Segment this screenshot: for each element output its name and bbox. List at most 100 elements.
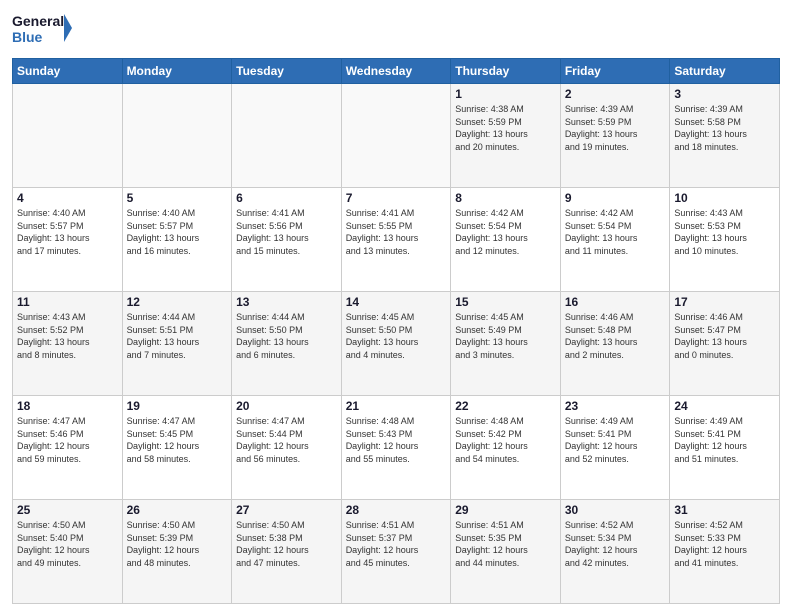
day-number: 25 [17, 503, 118, 517]
day-info: Sunrise: 4:40 AM Sunset: 5:57 PM Dayligh… [127, 207, 228, 257]
day-info: Sunrise: 4:43 AM Sunset: 5:53 PM Dayligh… [674, 207, 775, 257]
calendar-day-cell: 8 Sunrise: 4:42 AM Sunset: 5:54 PM Daylig… [451, 188, 561, 292]
day-info: Sunrise: 4:49 AM Sunset: 5:41 PM Dayligh… [674, 415, 775, 465]
day-number: 7 [346, 191, 447, 205]
day-info: Sunrise: 4:51 AM Sunset: 5:37 PM Dayligh… [346, 519, 447, 569]
calendar-day-cell: 27Sunrise: 4:50 AM Sunset: 5:38 PM Dayli… [232, 500, 342, 604]
calendar-day-cell: 24 Sunrise: 4:49 AM Sunset: 5:41 PM Dayli… [670, 396, 780, 500]
day-info: Sunrise: 4:48 AM Sunset: 5:42 PM Dayligh… [455, 415, 556, 465]
day-number: 9 [565, 191, 666, 205]
day-number: 15 [455, 295, 556, 309]
day-number: 11 [17, 295, 118, 309]
calendar-day-cell: 16Sunrise: 4:46 AM Sunset: 5:48 PM Dayli… [560, 292, 670, 396]
day-number: 16 [565, 295, 666, 309]
day-info: Sunrise: 4:38 AM Sunset: 5:59 PM Dayligh… [455, 103, 556, 153]
calendar-day-cell: 9Sunrise: 4:42 AM Sunset: 5:54 PM Daylig… [560, 188, 670, 292]
day-number: 14 [346, 295, 447, 309]
day-info: Sunrise: 4:47 AM Sunset: 5:45 PM Dayligh… [127, 415, 228, 465]
calendar-day-cell: 23Sunrise: 4:49 AM Sunset: 5:41 PM Dayli… [560, 396, 670, 500]
calendar-day-cell: 14 Sunrise: 4:45 AM Sunset: 5:50 PM Dayli… [341, 292, 451, 396]
day-info: Sunrise: 4:50 AM Sunset: 5:38 PM Dayligh… [236, 519, 337, 569]
day-info: Sunrise: 4:51 AM Sunset: 5:35 PM Dayligh… [455, 519, 556, 569]
day-number: 31 [674, 503, 775, 517]
header: General Blue [12, 10, 780, 52]
day-number: 13 [236, 295, 337, 309]
day-info: Sunrise: 4:42 AM Sunset: 5:54 PM Dayligh… [455, 207, 556, 257]
calendar-day-cell: 26 Sunrise: 4:50 AM Sunset: 5:39 PM Dayli… [122, 500, 232, 604]
day-number: 20 [236, 399, 337, 413]
day-number: 19 [127, 399, 228, 413]
weekday-header: Sunday [13, 59, 123, 84]
day-info: Sunrise: 4:39 AM Sunset: 5:59 PM Dayligh… [565, 103, 666, 153]
day-info: Sunrise: 4:41 AM Sunset: 5:56 PM Dayligh… [236, 207, 337, 257]
calendar-week-row: 4 Sunrise: 4:40 AM Sunset: 5:57 PM Daylig… [13, 188, 780, 292]
calendar-day-cell: 11 Sunrise: 4:43 AM Sunset: 5:52 PM Dayli… [13, 292, 123, 396]
calendar-day-cell: 4 Sunrise: 4:40 AM Sunset: 5:57 PM Daylig… [13, 188, 123, 292]
day-info: Sunrise: 4:46 AM Sunset: 5:47 PM Dayligh… [674, 311, 775, 361]
day-info: Sunrise: 4:47 AM Sunset: 5:44 PM Dayligh… [236, 415, 337, 465]
calendar-day-cell: 10 Sunrise: 4:43 AM Sunset: 5:53 PM Dayli… [670, 188, 780, 292]
weekday-header: Friday [560, 59, 670, 84]
day-info: Sunrise: 4:45 AM Sunset: 5:50 PM Dayligh… [346, 311, 447, 361]
calendar-day-cell: 12 Sunrise: 4:44 AM Sunset: 5:51 PM Dayli… [122, 292, 232, 396]
day-info: Sunrise: 4:52 AM Sunset: 5:34 PM Dayligh… [565, 519, 666, 569]
calendar-day-cell: 1 Sunrise: 4:38 AM Sunset: 5:59 PM Daylig… [451, 84, 561, 188]
calendar-day-cell: 2 Sunrise: 4:39 AM Sunset: 5:59 PM Daylig… [560, 84, 670, 188]
day-number: 30 [565, 503, 666, 517]
day-number: 6 [236, 191, 337, 205]
day-number: 18 [17, 399, 118, 413]
logo-svg: General Blue [12, 10, 72, 52]
calendar-day-cell [13, 84, 123, 188]
weekday-header: Tuesday [232, 59, 342, 84]
calendar-day-cell: 6 Sunrise: 4:41 AM Sunset: 5:56 PM Daylig… [232, 188, 342, 292]
day-number: 21 [346, 399, 447, 413]
calendar-day-cell: 29 Sunrise: 4:51 AM Sunset: 5:35 PM Dayli… [451, 500, 561, 604]
weekday-header-row: SundayMondayTuesdayWednesdayThursdayFrid… [13, 59, 780, 84]
day-number: 28 [346, 503, 447, 517]
calendar-day-cell: 13 Sunrise: 4:44 AM Sunset: 5:50 PM Dayli… [232, 292, 342, 396]
day-number: 26 [127, 503, 228, 517]
day-info: Sunrise: 4:50 AM Sunset: 5:39 PM Dayligh… [127, 519, 228, 569]
day-info: Sunrise: 4:44 AM Sunset: 5:50 PM Dayligh… [236, 311, 337, 361]
weekday-header: Thursday [451, 59, 561, 84]
day-info: Sunrise: 4:48 AM Sunset: 5:43 PM Dayligh… [346, 415, 447, 465]
day-info: Sunrise: 4:41 AM Sunset: 5:55 PM Dayligh… [346, 207, 447, 257]
day-number: 2 [565, 87, 666, 101]
day-info: Sunrise: 4:44 AM Sunset: 5:51 PM Dayligh… [127, 311, 228, 361]
day-number: 8 [455, 191, 556, 205]
day-number: 29 [455, 503, 556, 517]
weekday-header: Wednesday [341, 59, 451, 84]
calendar-day-cell: 5 Sunrise: 4:40 AM Sunset: 5:57 PM Daylig… [122, 188, 232, 292]
day-number: 4 [17, 191, 118, 205]
day-number: 1 [455, 87, 556, 101]
calendar-day-cell: 21 Sunrise: 4:48 AM Sunset: 5:43 PM Dayli… [341, 396, 451, 500]
calendar-day-cell: 25Sunrise: 4:50 AM Sunset: 5:40 PM Dayli… [13, 500, 123, 604]
calendar-day-cell: 17Sunrise: 4:46 AM Sunset: 5:47 PM Dayli… [670, 292, 780, 396]
calendar-day-cell: 3 Sunrise: 4:39 AM Sunset: 5:58 PM Daylig… [670, 84, 780, 188]
day-info: Sunrise: 4:40 AM Sunset: 5:57 PM Dayligh… [17, 207, 118, 257]
calendar-day-cell: 28 Sunrise: 4:51 AM Sunset: 5:37 PM Dayli… [341, 500, 451, 604]
calendar-day-cell: 7 Sunrise: 4:41 AM Sunset: 5:55 PM Daylig… [341, 188, 451, 292]
calendar-day-cell [341, 84, 451, 188]
day-info: Sunrise: 4:49 AM Sunset: 5:41 PM Dayligh… [565, 415, 666, 465]
logo: General Blue [12, 10, 72, 52]
day-number: 10 [674, 191, 775, 205]
calendar-day-cell: 19 Sunrise: 4:47 AM Sunset: 5:45 PM Dayli… [122, 396, 232, 500]
day-info: Sunrise: 4:43 AM Sunset: 5:52 PM Dayligh… [17, 311, 118, 361]
calendar-day-cell: 31 Sunrise: 4:52 AM Sunset: 5:33 PM Dayli… [670, 500, 780, 604]
day-number: 3 [674, 87, 775, 101]
calendar-week-row: 11 Sunrise: 4:43 AM Sunset: 5:52 PM Dayli… [13, 292, 780, 396]
day-info: Sunrise: 4:52 AM Sunset: 5:33 PM Dayligh… [674, 519, 775, 569]
calendar-day-cell: 15Sunrise: 4:45 AM Sunset: 5:49 PM Dayli… [451, 292, 561, 396]
day-number: 5 [127, 191, 228, 205]
calendar-day-cell [232, 84, 342, 188]
svg-text:Blue: Blue [12, 29, 43, 45]
calendar-week-row: 1 Sunrise: 4:38 AM Sunset: 5:59 PM Daylig… [13, 84, 780, 188]
day-number: 22 [455, 399, 556, 413]
calendar-day-cell: 30 Sunrise: 4:52 AM Sunset: 5:34 PM Dayli… [560, 500, 670, 604]
day-number: 12 [127, 295, 228, 309]
day-info: Sunrise: 4:39 AM Sunset: 5:58 PM Dayligh… [674, 103, 775, 153]
calendar-week-row: 18Sunrise: 4:47 AM Sunset: 5:46 PM Dayli… [13, 396, 780, 500]
calendar-day-cell: 22 Sunrise: 4:48 AM Sunset: 5:42 PM Dayli… [451, 396, 561, 500]
day-number: 24 [674, 399, 775, 413]
